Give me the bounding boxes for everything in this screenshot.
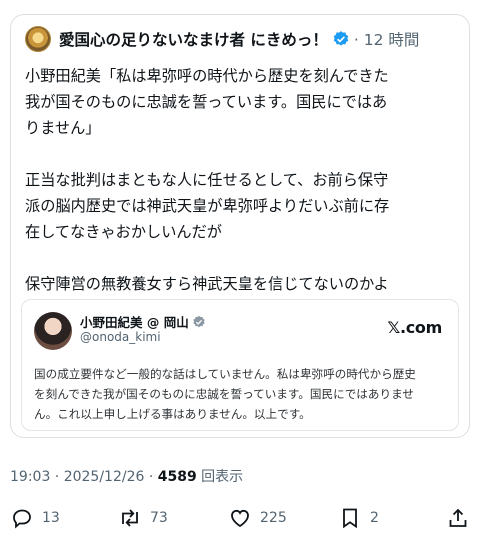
author-name[interactable]: 愛国心の足りないなまけ者 にきめっ！ bbox=[59, 28, 328, 50]
post-line: 派の脳内歴史では神武天皇が卑弥呼よりだいぶ前に存 bbox=[25, 197, 390, 215]
quoted-author-name: 小野田紀美 @ 岡山 bbox=[80, 315, 189, 330]
post-line: 保守陣営の無教養女すら神武天皇を信じてないのかよ bbox=[25, 275, 389, 293]
quoted-line: ん。これ以上申し上げる事はありません。以上です。 bbox=[34, 407, 311, 421]
view-count: 4589 bbox=[157, 469, 197, 485]
quoted-text: 国の成立要件など一般的な話はしていません。私は卑弥呼の時代から歴史 を刻んできた… bbox=[34, 364, 448, 424]
post-line: 小野田紀美「私は卑弥呼の時代から歴史を刻んできた bbox=[25, 67, 389, 85]
repost-count: 73 bbox=[150, 510, 168, 526]
quoted-avatar[interactable] bbox=[34, 312, 72, 350]
heart-icon bbox=[231, 509, 249, 528]
bookmark-icon bbox=[343, 508, 357, 529]
views-label: 回表示 bbox=[196, 469, 244, 485]
post-header: 愛国心の足りないなまけ者 にきめっ！ · 12 時間 bbox=[25, 25, 419, 53]
reply-button[interactable]: 13 bbox=[10, 506, 60, 530]
repost-button[interactable]: 73 bbox=[118, 506, 168, 530]
post-line: 在してなきゃおかしいんだが bbox=[25, 223, 222, 241]
post-line: 我が国そのものに忠誠を誓っています。国民にではあ bbox=[25, 93, 388, 111]
post-card: 愛国心の足りないなまけ者 にきめっ！ · 12 時間 小野田紀美「私は卑弥呼の時… bbox=[10, 14, 470, 438]
share-icon bbox=[449, 508, 467, 527]
quoted-handle: @onoda_kimi bbox=[80, 330, 161, 344]
reply-count: 13 bbox=[42, 510, 60, 526]
post-time[interactable]: · 12 時間 bbox=[354, 28, 420, 50]
post-body: 小野田紀美「私は卑弥呼の時代から歴史を刻んできた 我が国そのものに忠誠を誓ってい… bbox=[25, 63, 459, 297]
verified-badge-icon bbox=[193, 315, 205, 327]
post-line: りません」 bbox=[25, 119, 101, 137]
share-button[interactable] bbox=[446, 506, 478, 530]
x-logo: 𝕏.com bbox=[387, 318, 442, 337]
quoted-line: 国の成立要件など一般的な話はしていません。私は卑弥呼の時代から歴史 bbox=[34, 367, 416, 381]
quoted-post[interactable]: 小野田紀美 @ 岡山 @onoda_kimi 𝕏.com 国の成立要件など一般的… bbox=[21, 299, 459, 431]
post-meta: 19:03 · 2025/12/26 · 4589 回表示 bbox=[10, 466, 243, 486]
quoted-author: 小野田紀美 @ 岡山 bbox=[80, 312, 206, 331]
action-bar: 13 73 225 2 bbox=[0, 500, 480, 536]
verified-badge-icon bbox=[333, 31, 349, 46]
bookmark-count: 2 bbox=[370, 510, 379, 526]
repost-icon bbox=[122, 509, 138, 527]
like-count: 225 bbox=[260, 510, 287, 526]
author-avatar[interactable] bbox=[25, 26, 51, 52]
post-line: 正当な批判はまともな人に任せるとして、お前ら保守 bbox=[25, 171, 389, 189]
like-button[interactable]: 225 bbox=[228, 506, 287, 530]
timestamp[interactable]: 19:03 · 2025/12/26 · bbox=[10, 469, 158, 485]
quoted-line: を刻んできた我が国そのものに忠誠を誓っています。国民にではありませ bbox=[34, 387, 414, 401]
reply-icon bbox=[13, 509, 31, 529]
bookmark-button[interactable]: 2 bbox=[338, 506, 379, 530]
